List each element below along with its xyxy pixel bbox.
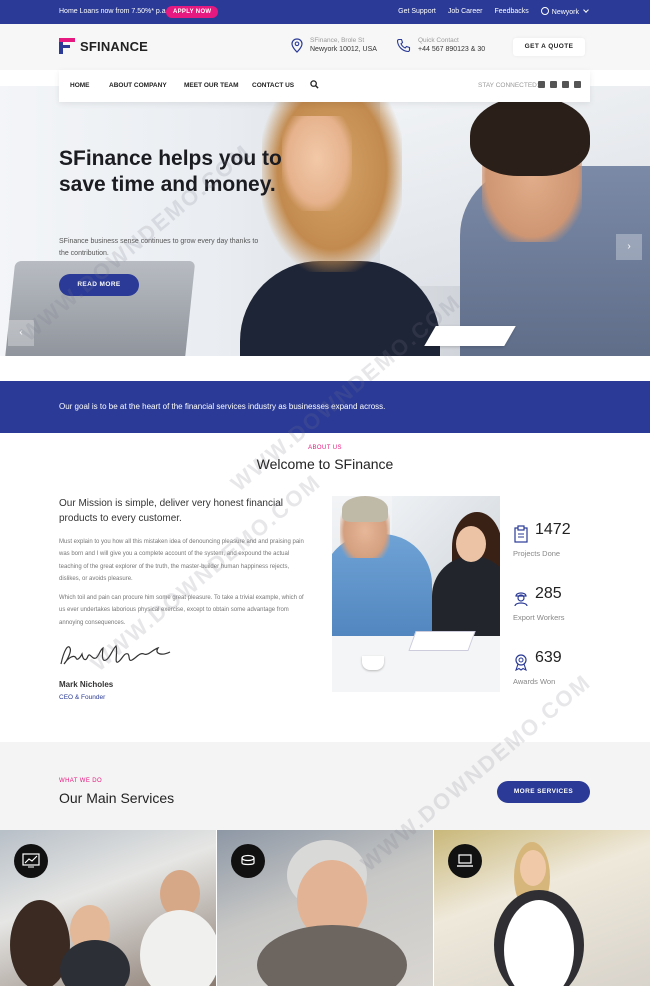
map-pin-icon	[291, 37, 303, 53]
stat-number: 285	[535, 585, 562, 602]
site-logo[interactable]: SFINANCE	[59, 38, 148, 54]
contact-value[interactable]: +44 567 890123 & 30	[418, 46, 485, 53]
about-title: Welcome to SFinance	[256, 456, 394, 472]
nav-meet-our-team[interactable]: MEET OUR TEAM	[184, 82, 239, 89]
mission-text: Our Mission is simple, deliver very hone…	[59, 498, 283, 524]
worker-icon	[514, 592, 528, 607]
get-support-link[interactable]: Get Support	[398, 8, 436, 16]
linkedin-icon[interactable]	[574, 81, 581, 88]
award-icon	[515, 654, 527, 671]
about-photo	[332, 496, 500, 692]
goal-text: Our goal is to be at the heart of the fi…	[59, 402, 386, 411]
hero-title: SFinance helps you to save time and mone…	[59, 147, 282, 196]
stay-connected-label: STAY CONNECTED:	[478, 82, 539, 89]
goal-band: Our goal is to be at the heart of the fi…	[0, 381, 650, 433]
search-icon[interactable]	[310, 80, 319, 89]
nav-home[interactable]: HOME	[70, 82, 90, 89]
apply-now-button[interactable]: APPLY NOW	[166, 6, 219, 18]
nav-about-company[interactable]: ABOUT COMPANY	[109, 82, 167, 89]
about-paragraph-2: Which toil and pain can procure him some…	[59, 595, 304, 626]
hero-woman-face	[282, 116, 352, 211]
services-title: Our Main Services	[59, 790, 175, 806]
logo-mark-icon	[59, 38, 75, 54]
feedbacks-link[interactable]: Feedbacks	[495, 8, 529, 16]
stat-label: Export Workers	[513, 613, 565, 622]
stat-number: 639	[535, 649, 562, 666]
get-quote-button[interactable]: GET A QUOTE	[513, 38, 585, 56]
twitter-icon[interactable]	[550, 81, 557, 88]
city-selector[interactable]: Newyork	[540, 7, 589, 16]
site-header: SFINANCE SFinance, Brole St Newyork 1001…	[0, 24, 650, 70]
next-arrow-button[interactable]: ›	[616, 234, 642, 260]
founder-role: CEO & Founder	[59, 694, 106, 701]
signature-image	[60, 644, 171, 665]
contact-label: Quick Contact	[418, 37, 459, 44]
job-career-link[interactable]: Job Career	[448, 8, 483, 16]
nav-contact-us[interactable]: CONTACT US	[252, 82, 294, 89]
chevron-down-icon	[583, 7, 589, 13]
city-label: Newyork	[551, 8, 579, 16]
address-label: SFinance, Brole St	[310, 37, 365, 44]
hero-paper	[424, 326, 516, 346]
read-more-button[interactable]: READ MORE	[59, 274, 139, 296]
globe-icon	[540, 7, 549, 15]
about-paragraph-1: Must explain to you how all this mistake…	[59, 539, 304, 582]
phone-icon	[396, 38, 411, 52]
founder-name: Mark Nicholes	[59, 680, 114, 689]
stat-label: Awards Won	[513, 677, 556, 686]
laptop-icon	[448, 844, 482, 878]
prev-arrow-button[interactable]: ‹	[8, 320, 34, 346]
address-value: Newyork 10012, USA	[310, 46, 377, 53]
chart-icon	[14, 844, 48, 878]
service-card-2[interactable]	[217, 830, 433, 986]
money-icon	[231, 844, 265, 878]
logo-text: SFINANCE	[80, 38, 149, 54]
hero-banner: ‹ ›	[0, 86, 650, 356]
clipboard-icon	[514, 525, 528, 543]
hero-man-hair	[470, 96, 590, 176]
facebook-icon[interactable]	[538, 81, 545, 88]
top-bar: Home Loans now from 7.50%* p.a. APPLY NO…	[0, 0, 650, 24]
stat-label: Projects Done	[513, 549, 561, 558]
promo-text: Home Loans now from 7.50%* p.a.	[59, 8, 168, 15]
services-section: WHAT WE DO Our Main Services MORE SERVIC…	[0, 742, 650, 830]
hero-subtitle: SFinance business sense continues to gro…	[59, 238, 259, 257]
more-services-button[interactable]: MORE SERVICES	[497, 781, 590, 803]
main-nav: HOME ABOUT COMPANY MEET OUR TEAM CONTACT…	[59, 70, 590, 102]
linkedin-icon[interactable]	[562, 81, 569, 88]
service-card-3[interactable]	[434, 830, 650, 986]
address-info: SFinance, Brole St Newyork 10012, USA	[291, 37, 377, 53]
about-kicker: ABOUT US	[308, 445, 342, 451]
stat-number: 1472	[535, 521, 571, 538]
services-kicker: WHAT WE DO	[59, 778, 103, 784]
service-card-1[interactable]	[0, 830, 216, 986]
contact-info: Quick Contact +44 567 890123 & 30	[396, 37, 485, 53]
top-links: Get Support Job Career Feedbacks Newyork	[398, 7, 589, 16]
